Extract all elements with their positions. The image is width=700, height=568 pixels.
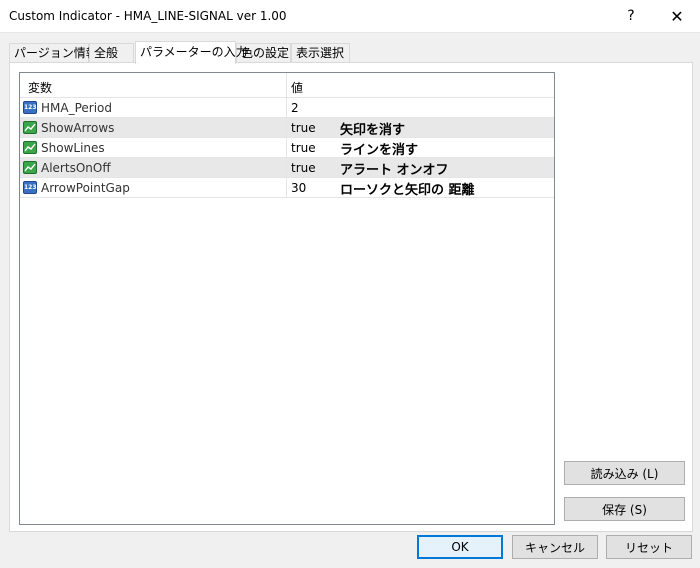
window-title: Custom Indicator - HMA_LINE-SIGNAL ver 1… bbox=[9, 9, 287, 23]
parameter-value[interactable]: 30 bbox=[291, 181, 306, 195]
boolean-icon bbox=[23, 161, 37, 174]
parameter-value[interactable]: true bbox=[291, 161, 316, 175]
grid-header: 変数 値 bbox=[20, 73, 554, 98]
parameter-name: ShowLines bbox=[41, 141, 105, 155]
load-button[interactable]: 読み込み (L) bbox=[564, 461, 685, 485]
ok-button[interactable]: OK bbox=[417, 535, 503, 559]
cancel-button[interactable]: キャンセル bbox=[512, 535, 598, 559]
parameter-row-show-lines[interactable]: ShowLines true ラインを消す bbox=[20, 138, 554, 158]
parameter-name: AlertsOnOff bbox=[41, 161, 111, 175]
parameter-value[interactable]: true bbox=[291, 121, 316, 135]
parameter-value[interactable]: 2 bbox=[291, 101, 299, 115]
boolean-icon bbox=[23, 141, 37, 154]
title-bar: Custom Indicator - HMA_LINE-SIGNAL ver 1… bbox=[0, 0, 700, 33]
parameter-name: ShowArrows bbox=[41, 121, 115, 135]
numeric-icon: 123 bbox=[23, 101, 37, 114]
numeric-icon: 123 bbox=[23, 181, 37, 194]
parameter-row-arrow-point-gap[interactable]: 123 ArrowPointGap 30 ローソクと矢印の 距離 bbox=[20, 178, 554, 198]
parameter-row-alerts-on-off[interactable]: AlertsOnOff true アラート オンオフ bbox=[20, 158, 554, 178]
parameter-grid[interactable]: 変数 値 123 HMA_Period 2 ShowArrows true 矢印… bbox=[19, 72, 555, 525]
annotation-note: アラート オンオフ bbox=[340, 163, 449, 178]
parameter-row-hma-period[interactable]: 123 HMA_Period 2 bbox=[20, 98, 554, 118]
tab-general[interactable]: 全般 bbox=[89, 43, 134, 62]
column-header-value[interactable]: 値 bbox=[291, 79, 303, 96]
reset-button[interactable]: リセット bbox=[606, 535, 692, 559]
close-icon: ✕ bbox=[670, 6, 684, 26]
parameter-row-show-arrows[interactable]: ShowArrows true 矢印を消す bbox=[20, 118, 554, 138]
tab-visualization[interactable]: 表示選択 bbox=[291, 43, 350, 62]
help-button[interactable]: ? bbox=[608, 0, 654, 32]
help-icon: ? bbox=[627, 8, 635, 24]
parameter-value[interactable]: true bbox=[291, 141, 316, 155]
parameter-name: HMA_Period bbox=[41, 101, 113, 115]
annotation-note: ラインを消す bbox=[340, 143, 419, 158]
boolean-icon bbox=[23, 121, 37, 134]
parameter-name: ArrowPointGap bbox=[41, 181, 130, 195]
close-button[interactable]: ✕ bbox=[654, 0, 700, 32]
tab-version-info[interactable]: パージョン情報 bbox=[9, 43, 98, 62]
column-header-variable[interactable]: 変数 bbox=[28, 79, 52, 96]
annotation-note: 矢印を消す bbox=[340, 123, 406, 138]
annotation-note: ローソクと矢印の 距離 bbox=[340, 183, 475, 198]
tab-input-parameters[interactable]: パラメーターの入力 bbox=[135, 41, 248, 64]
save-button[interactable]: 保存 (S) bbox=[564, 497, 685, 521]
